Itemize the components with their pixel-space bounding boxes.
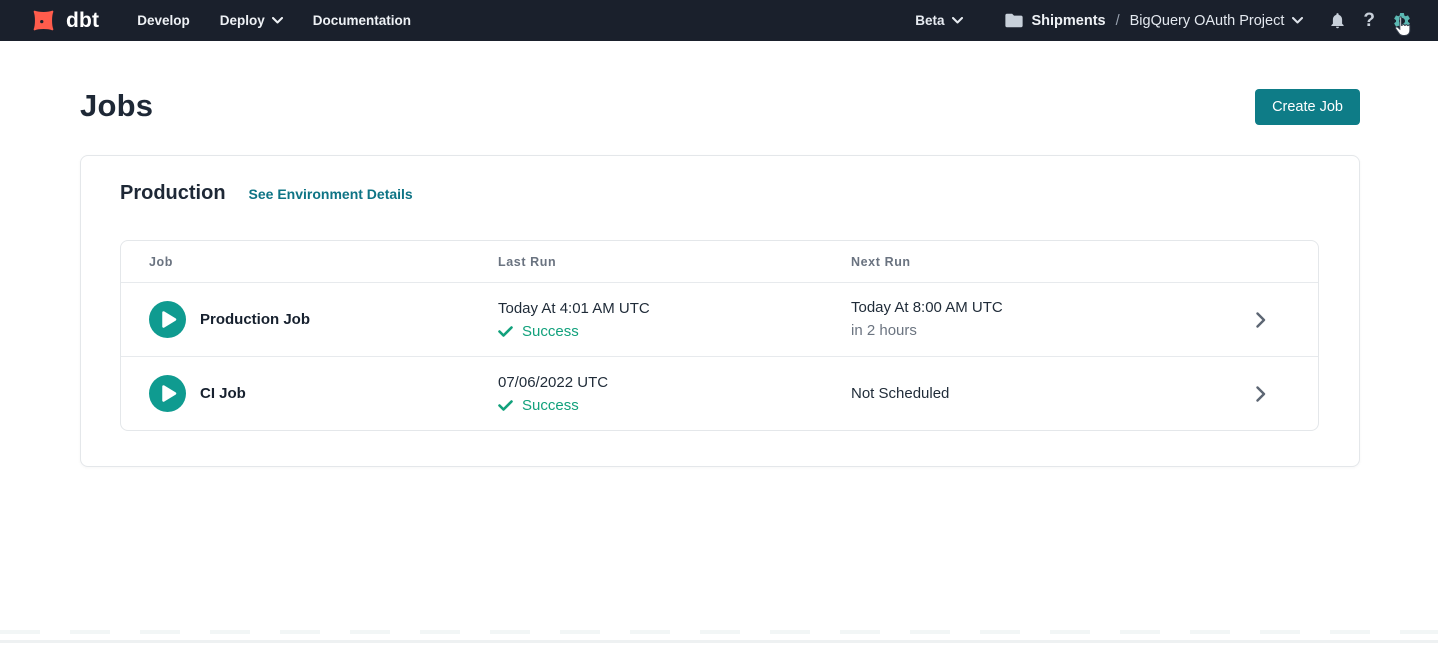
next-run-time: Today At 8:00 AM UTC xyxy=(851,298,1203,318)
run-job-play-button[interactable] xyxy=(149,375,186,412)
column-header-job: Job xyxy=(121,255,498,269)
last-run-cell: Today At 4:01 AM UTC Success xyxy=(498,299,851,340)
project-name: BigQuery OAuth Project xyxy=(1130,13,1285,29)
nav-item-label: Documentation xyxy=(313,13,411,28)
chevron-down-icon xyxy=(952,17,963,24)
status-label: Success xyxy=(522,397,579,414)
environment-header: Production See Environment Details xyxy=(120,182,1319,205)
jobs-table-header: Job Last Run Next Run xyxy=(121,241,1318,282)
last-run-cell: 07/06/2022 UTC Success xyxy=(498,373,851,414)
job-name: CI Job xyxy=(200,385,246,402)
nav-item-deploy[interactable]: Deploy xyxy=(220,13,283,28)
page-header: Jobs Create Job xyxy=(80,88,1360,125)
nav-item-label: Develop xyxy=(137,13,190,28)
nav-item-label: Deploy xyxy=(220,13,265,28)
dbt-logo[interactable]: dbt xyxy=(30,7,99,34)
environment-name: Production xyxy=(120,182,226,205)
row-open-button[interactable] xyxy=(1203,312,1318,328)
table-row-ci-job[interactable]: CI Job 07/06/2022 UTC Success Not Schedu… xyxy=(121,356,1318,430)
environment-card: Production See Environment Details Job L… xyxy=(80,155,1360,467)
checkmark-icon xyxy=(498,326,513,337)
run-status: Success xyxy=(498,323,851,340)
main-content: Jobs Create Job Production See Environme… xyxy=(0,41,1438,467)
status-label: Success xyxy=(522,323,579,340)
see-environment-details-link[interactable]: See Environment Details xyxy=(249,186,413,202)
beta-dropdown[interactable]: Beta xyxy=(915,13,963,28)
chevron-down-icon xyxy=(272,17,283,24)
chevron-right-icon xyxy=(1256,386,1266,402)
beta-label: Beta xyxy=(915,13,944,28)
run-status: Success xyxy=(498,397,851,414)
next-run-cell: Not Scheduled xyxy=(851,384,1203,404)
jobs-table: Job Last Run Next Run Production Job Tod… xyxy=(120,240,1319,431)
next-run-time: Not Scheduled xyxy=(851,384,1203,404)
bell-icon xyxy=(1329,11,1346,30)
column-header-last-run: Last Run xyxy=(498,255,851,269)
row-open-button[interactable] xyxy=(1203,386,1318,402)
account-name: Shipments xyxy=(1031,13,1105,29)
brand-name: dbt xyxy=(66,9,99,33)
question-mark-icon: ? xyxy=(1363,11,1375,30)
page-title: Jobs xyxy=(80,88,153,124)
chevron-down-icon xyxy=(1292,17,1303,24)
project-breadcrumb[interactable]: Shipments / BigQuery OAuth Project xyxy=(1005,13,1303,29)
nav-right-group: Beta Shipments / BigQuery OAuth Project … xyxy=(915,11,1412,31)
settings-button[interactable] xyxy=(1392,11,1412,31)
faint-line xyxy=(0,640,1438,643)
job-cell: CI Job xyxy=(121,375,498,412)
top-navbar: dbt Develop Deploy Documentation Beta Sh… xyxy=(0,0,1438,41)
next-run-relative: in 2 hours xyxy=(851,321,1203,341)
help-button[interactable]: ? xyxy=(1363,11,1375,30)
job-name: Production Job xyxy=(200,311,310,328)
column-header-next-run: Next Run xyxy=(851,255,1203,269)
faint-dashes xyxy=(0,630,1438,634)
nav-item-documentation[interactable]: Documentation xyxy=(313,13,411,28)
nav-item-develop[interactable]: Develop xyxy=(137,13,190,28)
dbt-logo-icon xyxy=(30,7,57,34)
breadcrumb-separator: / xyxy=(1116,13,1120,29)
create-job-button[interactable]: Create Job xyxy=(1255,89,1360,125)
run-job-play-button[interactable] xyxy=(149,301,186,338)
nav-icon-group: ? xyxy=(1329,11,1412,31)
checkmark-icon xyxy=(498,400,513,411)
job-cell: Production Job xyxy=(121,301,498,338)
last-run-time: 07/06/2022 UTC xyxy=(498,373,851,393)
next-run-cell: Today At 8:00 AM UTC in 2 hours xyxy=(851,298,1203,341)
chevron-right-icon xyxy=(1256,312,1266,328)
primary-nav: Develop Deploy Documentation xyxy=(137,13,411,28)
gear-icon xyxy=(1392,11,1412,31)
viewport-bottom-artifact xyxy=(0,630,1438,646)
last-run-time: Today At 4:01 AM UTC xyxy=(498,299,851,319)
notifications-button[interactable] xyxy=(1329,11,1346,30)
folder-icon xyxy=(1005,13,1023,28)
table-row-production-job[interactable]: Production Job Today At 4:01 AM UTC Succ… xyxy=(121,282,1318,356)
